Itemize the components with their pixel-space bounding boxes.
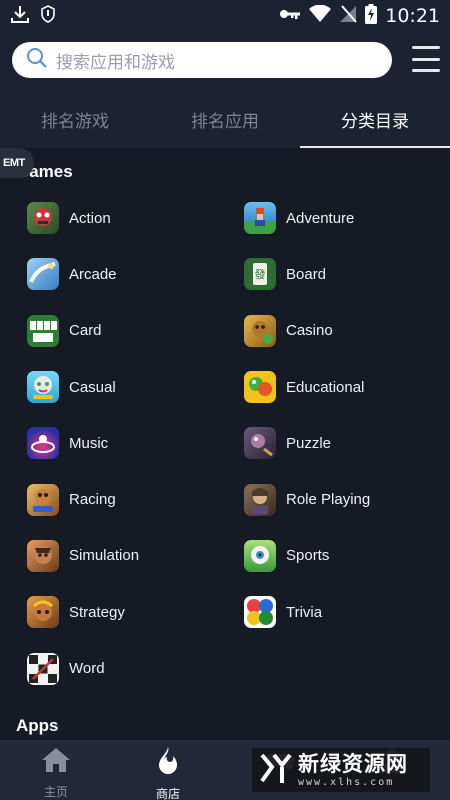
tab-top-apps[interactable]: 排名应用 [150,98,300,148]
role-playing-game-icon [244,483,276,516]
category-trivia[interactable]: Trivia [217,584,450,640]
store-flame-icon [155,746,181,781]
category-casino[interactable]: Casino [217,303,450,359]
search-placeholder: 搜索应用和游戏 [56,52,175,72]
nav-store[interactable]: 商店 [112,740,224,800]
category-puzzle[interactable]: Puzzle [217,415,450,471]
category-casual[interactable]: Casual [0,359,217,415]
wifi-icon [309,4,332,28]
category-music[interactable]: Music [0,415,217,471]
category-arcade[interactable]: Arcade [0,246,217,302]
tab-categories[interactable]: 分类目录 [300,98,450,148]
board-game-icon: 發 [244,258,276,291]
category-card[interactable]: Card [0,303,217,359]
status-bar: 10:21 [0,0,450,32]
action-game-icon [27,202,59,235]
tab-top-games[interactable]: 排名游戏 [0,98,150,148]
strategy-game-icon [27,596,59,629]
category-list[interactable]: Games EMT Action Adventure Arcade 發 Boar… [0,148,450,740]
watermark-title: 新绿资源网 [298,752,408,776]
search-icon [26,47,48,74]
svg-text:發: 發 [255,267,266,281]
emt-badge[interactable]: EMT [0,148,34,178]
category-educational[interactable]: Educational [217,359,450,415]
header: 搜索应用和游戏 排名游戏 排名应用 分类目录 [0,32,450,148]
key-icon [279,7,301,26]
category-role-playing[interactable]: Role Playing [217,471,450,527]
category-action[interactable]: Action [0,190,217,246]
music-game-icon [27,427,59,460]
category-adventure[interactable]: Adventure [217,190,450,246]
no-signal-icon [339,4,357,28]
casual-game-icon [27,371,59,404]
site-watermark: 新绿资源网 www.xlhs.com [252,748,430,792]
menu-icon[interactable] [412,46,440,72]
category-racing[interactable]: Racing [0,471,217,527]
watermark-url: www.xlhs.com [298,776,395,788]
category-board[interactable]: 發 Board [217,246,450,302]
nav-home[interactable]: 主页 [0,740,112,800]
category-sports[interactable]: Sports [217,528,450,584]
download-icon [10,4,30,29]
trivia-game-icon [244,596,276,629]
puzzle-game-icon [244,427,276,460]
simulation-game-icon [27,539,59,572]
racing-game-icon [27,483,59,516]
category-strategy[interactable]: Strategy [0,584,217,640]
tab-bar: 排名游戏 排名应用 分类目录 [0,98,450,148]
category-word[interactable]: Word [0,640,217,696]
card-game-icon [27,314,59,347]
casino-game-icon [244,314,276,347]
home-icon [41,746,71,779]
arcade-game-icon [27,258,59,291]
games-category-grid: Action Adventure Arcade 發 Board Card Cas… [0,190,450,697]
apps-section-title: Apps [16,716,59,735]
status-time: 10:21 [385,5,440,27]
shield-icon [40,4,56,28]
word-game-icon [27,652,59,685]
category-simulation[interactable]: Simulation [0,528,217,584]
sports-game-icon [244,539,276,572]
search-input[interactable]: 搜索应用和游戏 [12,42,392,78]
battery-charging-icon [365,3,378,29]
adventure-game-icon [244,202,276,235]
educational-game-icon [244,371,276,404]
watermark-logo-icon [260,751,292,790]
